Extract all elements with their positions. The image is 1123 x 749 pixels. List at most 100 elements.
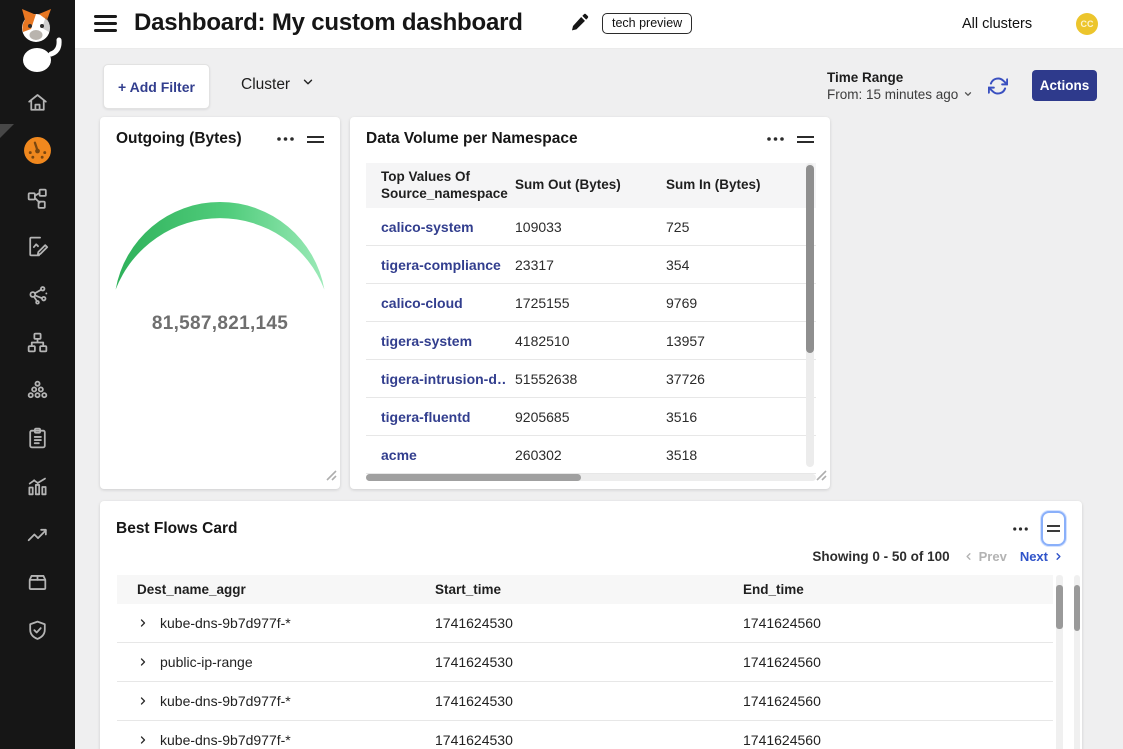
prev-page-button[interactable]: Prev [963, 549, 1007, 564]
network-tree-icon [25, 330, 50, 360]
prev-label: Prev [979, 549, 1007, 564]
card-title: Outgoing (Bytes) [116, 130, 242, 148]
column-header[interactable]: Start_time [417, 582, 725, 597]
column-header[interactable]: Top Values Of Source_namespace [366, 169, 505, 201]
column-header[interactable]: Sum Out (Bytes) [505, 177, 656, 193]
outgoing-bytes-card: Outgoing (Bytes) 81,587,821,145 [100, 117, 340, 489]
chevron-down-icon [963, 87, 973, 102]
calico-cat-logo[interactable] [13, 8, 62, 79]
sidebar-item-connections[interactable] [0, 284, 75, 310]
namespace-link[interactable]: tigera-intrusion-d… [366, 371, 505, 387]
next-label: Next [1020, 549, 1048, 564]
top-bar: Dashboard: My custom dashboard tech prev… [75, 0, 1123, 49]
namespace-table-row: calico-system109033725 [366, 208, 816, 246]
expand-row-chevron-icon[interactable] [137, 617, 149, 629]
namespace-link[interactable]: calico-cloud [366, 295, 505, 311]
vertical-scrollbar[interactable] [1056, 575, 1063, 749]
drag-handle-icon[interactable] [797, 135, 814, 144]
connections-icon [25, 282, 50, 312]
flows-table: Dest_name_aggr Start_time End_time kube-… [117, 575, 1053, 749]
ellipsis-menu-icon[interactable] [277, 137, 294, 141]
chevron-down-icon [301, 75, 315, 94]
flows-table-header: Dest_name_aggr Start_time End_time [117, 575, 1053, 604]
scrollbar-thumb[interactable] [806, 165, 814, 353]
resize-grip-icon[interactable] [816, 468, 827, 486]
sum-in-value: 354 [656, 257, 816, 273]
clusters-icon [25, 378, 50, 408]
ellipsis-menu-icon[interactable] [767, 137, 784, 141]
column-header[interactable]: Sum In (Bytes) [656, 177, 816, 193]
gauge-chart [100, 187, 340, 299]
column-header[interactable]: End_time [725, 582, 1053, 597]
sidebar-item-clusters[interactable] [0, 380, 75, 406]
namespace-table-row: tigera-system418251013957 [366, 322, 816, 360]
sidebar-item-compliance[interactable] [0, 428, 75, 454]
sum-out-value: 9205685 [505, 409, 656, 425]
namespace-table: Top Values Of Source_namespace Sum Out (… [366, 163, 816, 474]
flows-table-row: kube-dns-9b7d977f-*17416245301741624560 [117, 604, 1053, 643]
expand-row-chevron-icon[interactable] [137, 656, 149, 668]
drag-handle-focused[interactable] [1041, 511, 1066, 546]
sidebar-item-security[interactable] [0, 620, 75, 646]
sidebar-nav [0, 92, 75, 668]
namespace-link[interactable]: tigera-system [366, 333, 505, 349]
expand-row-chevron-icon[interactable] [137, 695, 149, 707]
trend-arrow-icon [25, 522, 50, 552]
dest-name-value: kube-dns-9b7d977f-* [160, 732, 291, 748]
sum-out-value: 4182510 [505, 333, 656, 349]
flows-table-row: kube-dns-9b7d977f-*17416245301741624560 [117, 682, 1053, 721]
scrollbar-thumb[interactable] [366, 474, 581, 481]
cluster-scope-selector[interactable]: All clusters [962, 16, 1032, 32]
namespace-link[interactable]: calico-system [366, 219, 505, 235]
end-time-value: 1741624560 [725, 693, 1053, 709]
namespace-link[interactable]: tigera-fluentd [366, 409, 505, 425]
sum-in-value: 37726 [656, 371, 816, 387]
service-graph-icon [25, 186, 50, 216]
sum-out-value: 260302 [505, 447, 656, 463]
dashboards-icon [23, 136, 52, 170]
add-filter-button[interactable]: + Add Filter [103, 64, 210, 109]
column-header[interactable]: Dest_name_aggr [117, 582, 417, 597]
refresh-icon[interactable] [988, 76, 1008, 96]
card-vertical-scrollbar[interactable] [1074, 575, 1080, 749]
time-range-control[interactable]: Time Range From: 15 minutes ago [827, 70, 973, 102]
namespace-table-row: tigera-intrusion-d…5155263837726 [366, 360, 816, 398]
end-time-value: 1741624560 [725, 732, 1053, 748]
namespace-link[interactable]: tigera-compliance [366, 257, 505, 273]
drag-handle-icon[interactable] [307, 135, 324, 144]
namespace-table-header: Top Values Of Source_namespace Sum Out (… [366, 163, 816, 208]
dest-name-value: kube-dns-9b7d977f-* [160, 615, 291, 631]
sidebar-item-flow-logs[interactable] [0, 236, 75, 262]
sum-out-value: 51552638 [505, 371, 656, 387]
sidebar-item-statistics[interactable] [0, 476, 75, 502]
clipboard-icon [25, 426, 50, 456]
start-time-value: 1741624530 [417, 693, 725, 709]
namespace-table-row: tigera-fluentd92056853516 [366, 398, 816, 436]
namespace-table-row: tigera-compliance23317354 [366, 246, 816, 284]
namespace-link[interactable]: acme [366, 447, 505, 463]
expand-row-chevron-icon[interactable] [137, 734, 149, 746]
start-time-value: 1741624530 [417, 654, 725, 670]
sidebar-item-workloads[interactable] [0, 572, 75, 598]
card-title: Best Flows Card [116, 520, 237, 538]
sum-out-value: 1725155 [505, 295, 656, 311]
vertical-scrollbar[interactable] [806, 163, 814, 467]
user-avatar[interactable]: CC [1076, 13, 1098, 35]
app-root: Dashboard: My custom dashboard tech prev… [0, 0, 1123, 749]
resize-grip-icon[interactable] [326, 468, 337, 486]
sidebar-item-dashboards[interactable] [0, 140, 75, 166]
sidebar-item-home[interactable] [0, 92, 75, 118]
sidebar-item-trends[interactable] [0, 524, 75, 550]
ellipsis-menu-icon[interactable] [1013, 527, 1028, 531]
horizontal-scrollbar[interactable] [366, 474, 816, 481]
sum-out-value: 23317 [505, 257, 656, 273]
scrollbar-thumb[interactable] [1056, 585, 1063, 629]
edit-dashboard-pencil-icon[interactable] [570, 13, 589, 32]
hamburger-menu-icon[interactable] [94, 15, 117, 32]
next-page-button[interactable]: Next [1020, 549, 1064, 564]
scrollbar-thumb[interactable] [1074, 585, 1080, 631]
sidebar-item-service-graph[interactable] [0, 188, 75, 214]
cluster-filter-dropdown[interactable]: Cluster [241, 75, 315, 94]
sidebar-item-network[interactable] [0, 332, 75, 358]
actions-button[interactable]: Actions [1032, 70, 1097, 101]
